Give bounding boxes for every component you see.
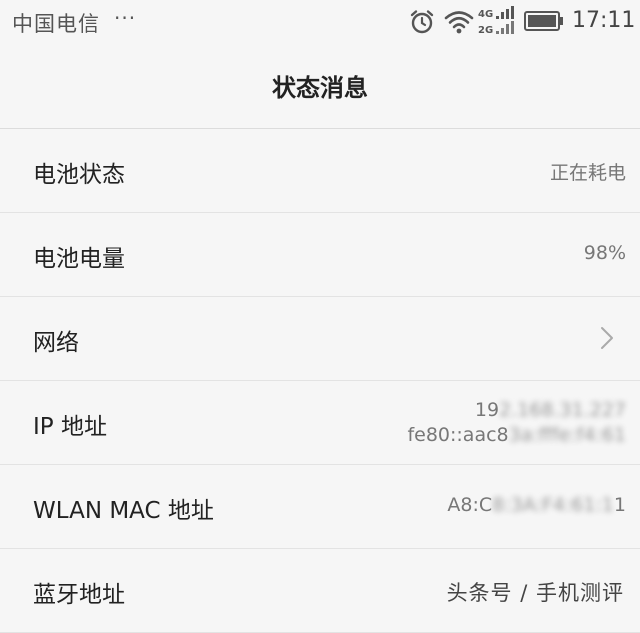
ipv4-blurred: 2.168.31.227	[499, 399, 626, 421]
ipv6-address: fe80::aac83a:fffe:f4:61	[407, 424, 626, 446]
alarm-clock-icon	[410, 10, 434, 34]
battery-level-value: 98%	[583, 242, 626, 264]
cell-signal-icon: 4G 2G	[478, 6, 514, 36]
battery-icon	[524, 11, 563, 31]
network-2g-label: 2G	[478, 25, 493, 36]
bluetooth-address-label: 蓝牙地址	[33, 582, 125, 608]
status-info-list: 电池状态 正在耗电 电池电量 98% 网络 IP 地址 192.168.31.2…	[0, 129, 640, 633]
ipv4-address: 192.168.31.227	[474, 399, 626, 421]
network-4g-label: 4G	[478, 9, 493, 20]
battery-status-row: 电池状态 正在耗电	[0, 129, 640, 213]
battery-status-label: 电池状态	[33, 162, 125, 188]
status-bar: 中国电信 ··· 4G 2G 17:11	[0, 0, 640, 44]
ip-address-label: IP 地址	[33, 414, 107, 440]
chevron-right-icon	[601, 327, 613, 349]
wlan-mac-blurred: 8:3A:F4:61:1	[492, 494, 614, 516]
more-notifications-icon: ···	[114, 6, 137, 30]
wlan-mac-row: WLAN MAC 地址 A8:C8:3A:F4:61:11	[0, 465, 640, 549]
ip-address-row: IP 地址 192.168.31.227 fe80::aac83a:fffe:f…	[0, 381, 640, 465]
wifi-icon	[444, 11, 474, 34]
wlan-mac-label: WLAN MAC 地址	[33, 498, 214, 524]
battery-level-row: 电池电量 98%	[0, 213, 640, 297]
ip-address-value: 192.168.31.227 fe80::aac83a:fffe:f4:61	[407, 398, 626, 448]
battery-level-label: 电池电量	[33, 246, 125, 272]
carrier-name: 中国电信	[12, 12, 100, 36]
status-clock: 17:11	[572, 8, 636, 33]
page-title: 状态消息	[272, 74, 368, 102]
status-icons: 4G 2G 17:11	[400, 0, 640, 44]
watermark: 头条号 / 手机测评	[446, 581, 624, 605]
network-label: 网络	[33, 330, 79, 356]
wlan-mac-value: A8:C8:3A:F4:61:11	[447, 494, 626, 516]
title-bar: 状态消息	[0, 44, 640, 129]
ipv6-blurred: 3a:fffe:f4:61	[508, 424, 626, 446]
battery-status-value: 正在耗电	[549, 162, 626, 184]
network-row[interactable]: 网络	[0, 297, 640, 381]
